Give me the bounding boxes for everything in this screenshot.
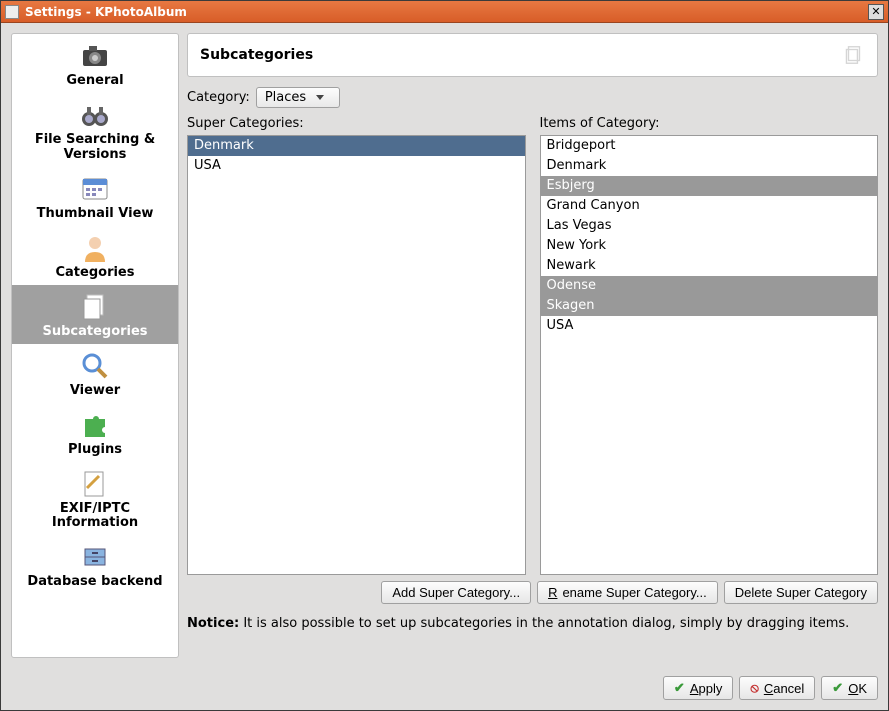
ok-button[interactable]: ✔ OK [821, 676, 878, 700]
camera-icon [79, 40, 111, 72]
sidebar: General File Searching & Versions Thumbn… [11, 33, 179, 658]
sidebar-item-file-searching[interactable]: File Searching & Versions [12, 93, 178, 167]
cancel-icon: ⦸ [750, 680, 758, 696]
super-category-buttons: Add Super Category... Rename Super Categ… [187, 581, 878, 604]
sidebar-item-thumbnail[interactable]: Thumbnail View [12, 167, 178, 226]
sidebar-item-subcategories[interactable]: Subcategories [12, 285, 178, 344]
category-select[interactable]: Places [256, 87, 340, 108]
sidebar-item-label: General [16, 74, 174, 89]
items-of-category-label: Items of Category: [540, 116, 879, 131]
apply-label: Apply [690, 681, 723, 696]
person-icon [79, 232, 111, 264]
content-area: General File Searching & Versions Thumbn… [1, 23, 888, 668]
lists-row: Super Categories: Denmark USA Items of C… [187, 116, 878, 575]
sidebar-item-viewer[interactable]: Viewer [12, 344, 178, 403]
list-item[interactable]: USA [541, 316, 878, 336]
list-item[interactable]: Denmark [188, 136, 525, 156]
documents-icon [843, 44, 865, 66]
category-label: Category: [187, 90, 250, 105]
btn-text: ename Super Category... [562, 585, 706, 600]
sidebar-item-label: Viewer [16, 384, 174, 399]
window-title: Settings - KPhotoAlbum [25, 5, 868, 19]
list-item[interactable]: Bridgeport [541, 136, 878, 156]
page-title: Subcategories [200, 47, 313, 63]
list-item[interactable]: Odense [541, 276, 878, 296]
settings-window: Settings - KPhotoAlbum ✕ General File Se… [0, 0, 889, 711]
sidebar-item-database[interactable]: Database backend [12, 535, 178, 594]
sidebar-item-label: Subcategories [16, 325, 174, 340]
sidebar-item-categories[interactable]: Categories [12, 226, 178, 285]
check-icon: ✔ [674, 680, 685, 696]
close-icon[interactable]: ✕ [868, 4, 884, 20]
main-panel: Subcategories Category: Places Super Cat… [187, 33, 878, 658]
super-categories-list[interactable]: Denmark USA [187, 135, 526, 575]
sidebar-item-label: EXIF/IPTC Information [16, 502, 174, 532]
puzzle-icon [79, 409, 111, 441]
add-super-category-button[interactable]: Add Super Category... [381, 581, 531, 604]
sidebar-item-label: Plugins [16, 443, 174, 458]
check-icon: ✔ [832, 680, 843, 696]
magnifier-icon [79, 350, 111, 382]
cancel-button[interactable]: ⦸ Cancel [739, 676, 815, 700]
sidebar-item-plugins[interactable]: Plugins [12, 403, 178, 462]
calendar-icon [79, 173, 111, 205]
rename-super-category-button[interactable]: Rename Super Category... [537, 581, 718, 604]
list-item[interactable]: New York [541, 236, 878, 256]
super-categories-column: Super Categories: Denmark USA [187, 116, 526, 575]
app-icon [5, 5, 19, 19]
chevron-down-icon [316, 95, 324, 100]
sidebar-item-label: Categories [16, 266, 174, 281]
documents-icon [79, 291, 111, 323]
document-pencil-icon [79, 468, 111, 500]
items-of-category-list[interactable]: Bridgeport Denmark Esbjerg Grand Canyon … [540, 135, 879, 575]
drawer-icon [79, 541, 111, 573]
list-item[interactable]: USA [188, 156, 525, 176]
apply-button[interactable]: ✔ Apply [663, 676, 733, 700]
category-row: Category: Places [187, 83, 878, 110]
super-categories-label: Super Categories: [187, 116, 526, 131]
sidebar-item-label: File Searching & Versions [16, 133, 174, 163]
delete-super-category-button[interactable]: Delete Super Category [724, 581, 878, 604]
list-item[interactable]: Grand Canyon [541, 196, 878, 216]
notice-label: Notice: [187, 616, 239, 631]
list-item[interactable]: Las Vegas [541, 216, 878, 236]
sidebar-item-label: Database backend [16, 575, 174, 590]
list-item[interactable]: Esbjerg [541, 176, 878, 196]
sidebar-item-general[interactable]: General [12, 34, 178, 93]
titlebar[interactable]: Settings - KPhotoAlbum ✕ [1, 1, 888, 23]
sidebar-item-label: Thumbnail View [16, 207, 174, 222]
page-header: Subcategories [187, 33, 878, 77]
cancel-label: Cancel [764, 681, 804, 696]
list-item[interactable]: Denmark [541, 156, 878, 176]
notice-text: It is also possible to set up subcategor… [239, 616, 849, 631]
list-item[interactable]: Newark [541, 256, 878, 276]
dialog-buttons: ✔ Apply ⦸ Cancel ✔ OK [1, 668, 888, 710]
category-value: Places [265, 90, 306, 105]
sidebar-item-exif[interactable]: EXIF/IPTC Information [12, 462, 178, 536]
list-item[interactable]: Skagen [541, 296, 878, 316]
binoculars-icon [79, 99, 111, 131]
ok-label: OK [848, 681, 867, 696]
notice-row: Notice: It is also possible to set up su… [187, 610, 878, 633]
items-of-category-column: Items of Category: Bridgeport Denmark Es… [540, 116, 879, 575]
